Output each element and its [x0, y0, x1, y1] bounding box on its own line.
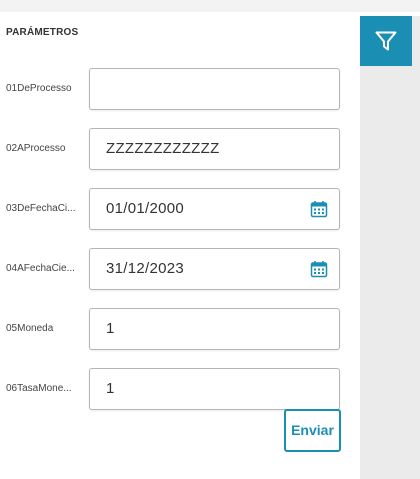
param-label-02: 02AProcesso — [6, 143, 66, 154]
param-field-05-moneda[interactable]: 1 — [89, 308, 340, 350]
param-value: 31/12/2023 — [106, 260, 185, 277]
send-button[interactable]: Enviar — [284, 409, 341, 452]
param-label-01: 01DeProcesso — [6, 83, 72, 94]
top-bar — [0, 0, 420, 12]
param-field-02-a-processo[interactable]: ZZZZZZZZZZZZ — [89, 128, 340, 170]
filter-button[interactable] — [360, 16, 412, 66]
param-value: ZZZZZZZZZZZZ — [106, 140, 220, 157]
param-value: 1 — [106, 320, 115, 337]
section-title: PARÁMETROS — [6, 27, 79, 38]
param-field-01-de-processo[interactable] — [89, 68, 340, 110]
param-field-03-de-fecha-cierre[interactable]: 01/01/2000 — [89, 188, 340, 230]
filter-icon — [375, 31, 397, 51]
calendar-icon[interactable] — [310, 200, 328, 218]
param-label-04: 04AFechaCie... — [6, 263, 75, 274]
param-label-03: 03DeFechaCi... — [6, 203, 76, 214]
param-field-06-tasa-moneda[interactable]: 1 — [89, 368, 340, 410]
param-value: 01/01/2000 — [106, 200, 185, 217]
param-field-04-a-fecha-cierre[interactable]: 31/12/2023 — [89, 248, 340, 290]
right-sidebar — [360, 16, 420, 479]
param-label-06: 06TasaMone... — [6, 383, 72, 394]
param-value: 1 — [106, 380, 115, 397]
calendar-icon[interactable] — [310, 260, 328, 278]
param-label-05: 05Moneda — [6, 323, 54, 334]
